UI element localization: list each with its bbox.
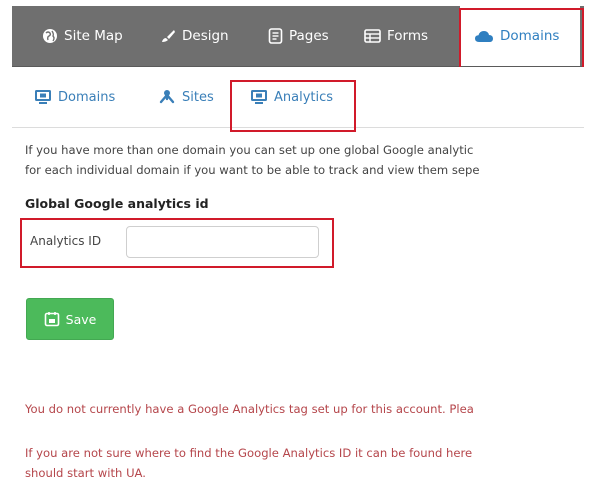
subnav-sites[interactable]: Sites bbox=[158, 85, 214, 109]
nav-forms[interactable]: Forms bbox=[364, 6, 428, 66]
analytics-id-label: Analytics ID bbox=[30, 234, 102, 248]
nav-label: Forms bbox=[387, 28, 429, 44]
intro-line: for each individual domain if you want t… bbox=[25, 163, 480, 177]
nav-pages[interactable]: Pages bbox=[268, 6, 329, 66]
top-nav: Site Map Design Pages Forms Domains bbox=[12, 6, 584, 67]
intro-line: If you have more than one domain you can… bbox=[25, 143, 474, 157]
monitor-icon bbox=[250, 89, 268, 105]
nav-site-map[interactable]: Site Map bbox=[42, 6, 123, 66]
nav-design[interactable]: Design bbox=[160, 6, 229, 66]
warning-line: If you are not sure where to find the Go… bbox=[25, 446, 473, 460]
nav-domains[interactable]: Domains bbox=[460, 6, 580, 66]
brush-icon bbox=[160, 28, 176, 44]
save-label: Save bbox=[65, 311, 97, 327]
nav-label: Pages bbox=[289, 28, 329, 44]
cloud-icon bbox=[474, 29, 494, 43]
intro-text: If you have more than one domain you can… bbox=[25, 140, 585, 180]
warning-find-id: If you are not sure where to find the Go… bbox=[25, 443, 585, 483]
save-icon bbox=[44, 311, 60, 327]
sitemap-icon bbox=[158, 89, 176, 105]
globe-icon bbox=[42, 28, 58, 44]
form-icon bbox=[364, 29, 381, 43]
subnav-label: Analytics bbox=[274, 89, 334, 105]
subnav-domains[interactable]: Domains bbox=[34, 85, 115, 109]
warning-line: You do not currently have a Google Analy… bbox=[25, 402, 474, 416]
nav-label: Domains bbox=[500, 28, 560, 44]
nav-label: Design bbox=[182, 28, 229, 44]
warning-no-tag: You do not currently have a Google Analy… bbox=[25, 399, 585, 419]
sub-nav: Domains Sites Analytics bbox=[12, 67, 584, 128]
subnav-analytics[interactable]: Analytics bbox=[250, 85, 333, 109]
subnav-label: Sites bbox=[182, 89, 214, 105]
save-button[interactable]: Save bbox=[26, 298, 114, 340]
page-icon bbox=[268, 28, 283, 44]
monitor-icon bbox=[34, 89, 52, 105]
subnav-label: Domains bbox=[58, 89, 116, 105]
warning-line: should start with UA. bbox=[25, 466, 146, 480]
analytics-id-input[interactable] bbox=[126, 226, 319, 258]
nav-label: Site Map bbox=[64, 28, 123, 44]
section-title: Global Google analytics id bbox=[25, 196, 209, 211]
